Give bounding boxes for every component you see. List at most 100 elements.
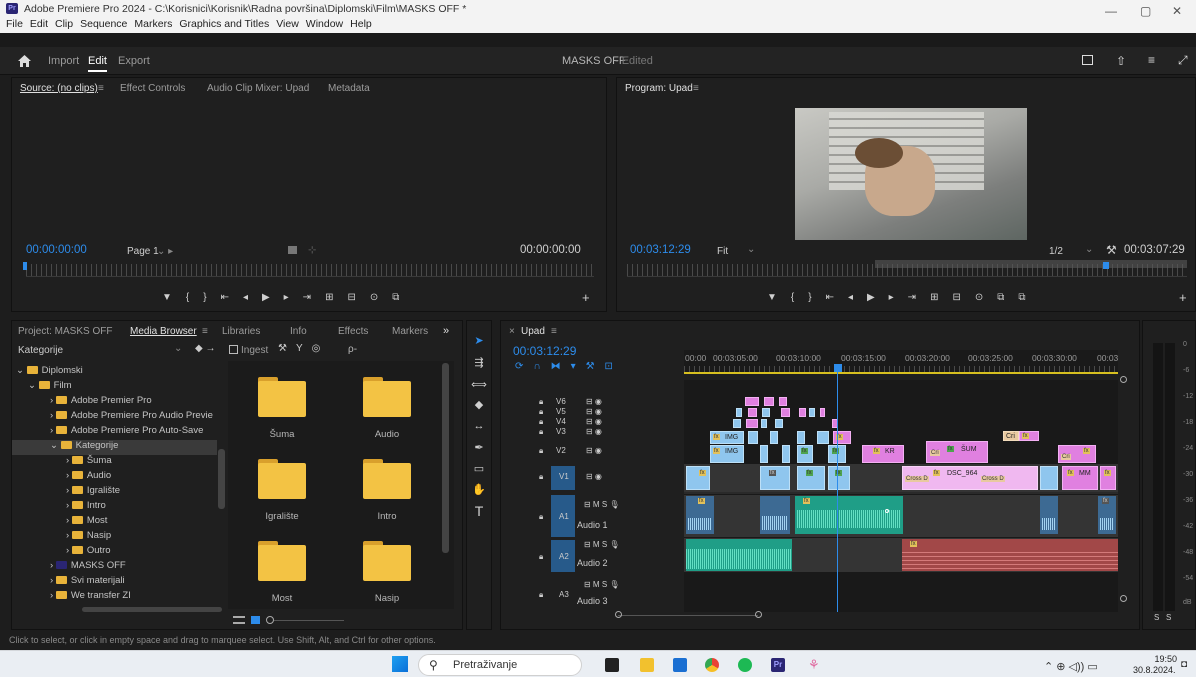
- tree-item[interactable]: ⌄ Film: [28, 380, 248, 395]
- lock-icon[interactable]: 🔒︎: [539, 512, 543, 522]
- tab-metadata[interactable]: Metadata: [328, 83, 370, 94]
- clip-img-v3[interactable]: fx IMG: [710, 431, 744, 444]
- track-header-v3[interactable]: 🔒︎ V3 ⊟ ◉: [510, 427, 682, 436]
- windows-start-icon[interactable]: [392, 656, 408, 672]
- tab-media-browser-menu[interactable]: ≡: [202, 326, 208, 337]
- lock-icon[interactable]: 🔒︎: [539, 472, 543, 482]
- tab-info[interactable]: Info: [290, 326, 307, 337]
- sync-lock-icon[interactable]: ⊟ ◉: [586, 397, 602, 406]
- clip[interactable]: [761, 419, 767, 428]
- clip-dsc-964[interactable]: Cross D fx DSC_964 Cross D: [902, 466, 1038, 490]
- program-transport-controls[interactable]: ▼{}⇤◂▶▸⇥⊞⊟⊙⧉⧉: [767, 292, 1039, 303]
- clip-v1[interactable]: [1040, 466, 1058, 490]
- program-timecode[interactable]: 00:03:12:29: [630, 244, 691, 256]
- clip[interactable]: [770, 431, 778, 444]
- mute-solo-icons[interactable]: ⊟ M S 🎙︎: [584, 500, 620, 509]
- home-icon[interactable]: [18, 55, 31, 67]
- track-header-v5[interactable]: 🔒︎ V5 ⊟ ◉: [510, 407, 682, 416]
- location-dropdown[interactable]: Kategorije: [18, 345, 63, 356]
- share-icon[interactable]: ⇧: [1116, 54, 1126, 68]
- clip[interactable]: [760, 445, 768, 463]
- chrome-icon[interactable]: [705, 658, 719, 672]
- spotify-icon[interactable]: [738, 658, 752, 672]
- icon-view-icon[interactable]: [251, 616, 260, 624]
- menu-view[interactable]: View: [276, 18, 299, 30]
- clip-v1[interactable]: fx: [760, 466, 790, 490]
- clip-mm[interactable]: fx MM: [1062, 466, 1098, 490]
- dropdown-chevron-icon[interactable]: ⌄: [174, 343, 182, 354]
- search-input[interactable]: ρ-: [348, 344, 428, 356]
- lock-icon[interactable]: 🔒︎: [539, 446, 543, 456]
- tab-audio-clip-mixer[interactable]: Audio Clip Mixer: Upad: [207, 83, 309, 94]
- browser-tools-icon[interactable]: ⚒Y◎: [278, 343, 329, 354]
- fit-chevron-icon[interactable]: ⌄: [747, 244, 755, 255]
- lock-icon[interactable]: 🔒︎: [539, 427, 543, 437]
- clip[interactable]: [736, 408, 742, 417]
- tab-project[interactable]: Project: MASKS OFF: [18, 326, 112, 337]
- premiere-taskbar-icon[interactable]: Pr: [771, 658, 785, 672]
- vscroll-handle-bottom[interactable]: [1120, 595, 1127, 602]
- lock-icon[interactable]: 🔒︎: [539, 552, 543, 562]
- clip[interactable]: [817, 431, 829, 444]
- menu-edit[interactable]: Edit: [30, 18, 48, 30]
- program-zoom-bar[interactable]: [627, 276, 1187, 277]
- tab-libraries[interactable]: Libraries: [222, 326, 260, 337]
- clip[interactable]: [748, 408, 757, 417]
- hand-tool-icon[interactable]: ✋: [470, 483, 488, 496]
- keyframe[interactable]: [885, 509, 889, 513]
- ingest-checkbox[interactable]: [229, 345, 238, 354]
- tree-scrollbar[interactable]: [218, 449, 225, 509]
- solo-left-button[interactable]: S: [1154, 613, 1159, 622]
- fit-select[interactable]: Fit: [717, 246, 728, 257]
- taskbar-search[interactable]: ⚲ Pretraživanje: [418, 654, 582, 676]
- menu-markers[interactable]: Markers: [134, 18, 172, 30]
- track-header-v2[interactable]: 🔒︎ V2 ⊟ ◉: [510, 446, 682, 458]
- tree-item[interactable]: ⌄ Diplomski: [16, 365, 236, 380]
- thumbnail-scrollbar[interactable]: [442, 363, 449, 553]
- timeline-timecode[interactable]: 00:03:12:29: [513, 344, 576, 358]
- notification-icon[interactable]: ◘: [1181, 659, 1187, 670]
- source-add-button[interactable]: +: [582, 290, 590, 305]
- more-tabs-icon[interactable]: »: [443, 325, 449, 337]
- clip[interactable]: [762, 408, 770, 417]
- back-arrow-icon[interactable]: ◆ →: [195, 343, 215, 354]
- hscroll-handle-left[interactable]: [615, 611, 622, 618]
- clip-sum[interactable]: Cri fx ŠUM: [926, 441, 988, 463]
- solo-right-button[interactable]: S: [1166, 613, 1171, 622]
- export-tab[interactable]: Export: [118, 55, 150, 67]
- zoom-slider-track[interactable]: [274, 620, 344, 621]
- store-icon[interactable]: [673, 658, 687, 672]
- audio-clip-a2[interactable]: [686, 539, 792, 571]
- razor-tool-icon[interactable]: ◆: [470, 398, 488, 411]
- track-header-a2[interactable]: 🔒︎ A2 ⊟ M S 🎙︎ Audio 2: [510, 540, 682, 570]
- menu-clip[interactable]: Clip: [55, 18, 73, 30]
- clip[interactable]: [809, 408, 815, 417]
- clip[interactable]: [799, 408, 806, 417]
- audio-clip-red[interactable]: fx: [902, 539, 1118, 571]
- clip[interactable]: [745, 397, 759, 406]
- clip-v1[interactable]: fx: [797, 466, 825, 490]
- menu-sequence[interactable]: Sequence: [80, 18, 127, 30]
- program-add-button[interactable]: +: [1179, 290, 1187, 305]
- clip[interactable]: [764, 397, 774, 406]
- restore-button[interactable]: ▢: [1140, 4, 1151, 18]
- menu-help[interactable]: Help: [350, 18, 372, 30]
- timeline-close-icon[interactable]: ×: [509, 326, 515, 337]
- workspaces-menu-icon[interactable]: ≡: [1148, 53, 1155, 67]
- clip[interactable]: Cri fx: [1058, 445, 1096, 463]
- folder-thumb[interactable]: [363, 377, 411, 417]
- rectangle-tool-icon[interactable]: ▭: [470, 462, 488, 475]
- type-tool-icon[interactable]: T: [470, 503, 488, 519]
- drag-video-icon[interactable]: ⊹: [308, 245, 316, 256]
- folder-thumb[interactable]: [258, 377, 306, 417]
- audio-clip-a1[interactable]: fx: [795, 496, 903, 534]
- sync-lock-icon[interactable]: ⊟ ◉: [586, 407, 602, 416]
- list-view-icon[interactable]: [233, 616, 245, 624]
- folder-thumb[interactable]: [258, 541, 306, 581]
- settings-icon[interactable]: [288, 246, 297, 254]
- audio-clip[interactable]: fx: [686, 496, 714, 534]
- chevron-down-icon[interactable]: ⌄ ▸: [157, 246, 173, 257]
- resolution-chevron-icon[interactable]: ⌄: [1085, 244, 1093, 255]
- sync-lock-icon[interactable]: ⊟ ◉: [586, 446, 602, 455]
- source-ruler[interactable]: [26, 264, 594, 276]
